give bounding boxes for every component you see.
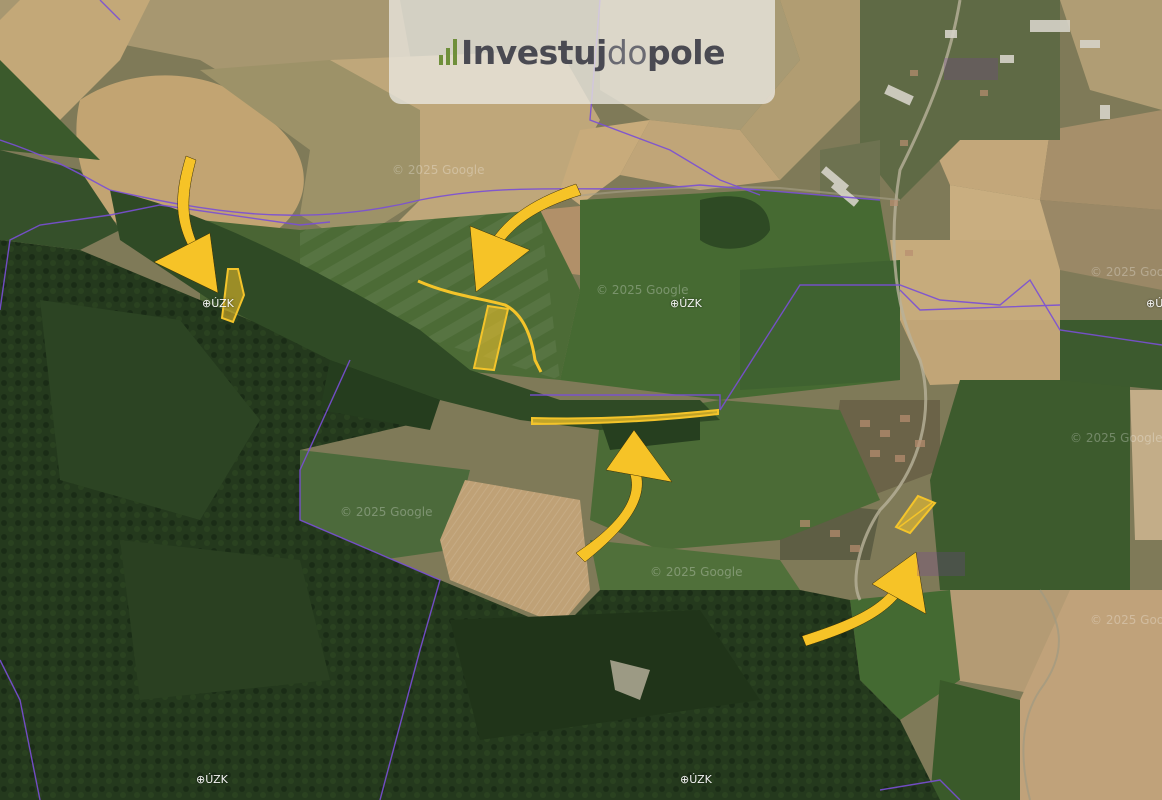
parcel-highlight-3[interactable] <box>531 408 719 426</box>
logo-part-3: pole <box>647 32 726 72</box>
arrow-1-icon <box>153 155 219 294</box>
parcel-number-label <box>917 552 965 576</box>
pointer-arrows <box>153 155 927 647</box>
uzk-watermark: ⊕ÚZK <box>202 297 234 310</box>
parcel-highlight-2[interactable] <box>472 304 510 372</box>
parcel-highlight-1[interactable] <box>220 268 246 324</box>
google-watermark: © 2025 Google <box>1070 431 1162 445</box>
google-watermark: © 2025 Google <box>1090 613 1162 627</box>
marked-parcels-layer <box>153 155 937 647</box>
google-watermark: © 2025 Google <box>1090 265 1162 279</box>
arrow-3-icon <box>575 429 673 563</box>
google-watermark: © 2025 Google <box>596 283 689 297</box>
logo-part-2: do <box>606 32 648 72</box>
parcel-number-label <box>944 58 998 80</box>
uzk-watermark: ⊕ÚZK <box>196 773 228 786</box>
arrow-2-icon <box>469 183 582 293</box>
uzk-watermark: ⊕ÚZK <box>670 297 702 310</box>
map-view[interactable]: Investujdopole ⊕ÚZK ⊕ÚZK ⊕ÚZK ⊕ÚZK ⊕ÚZK … <box>0 0 1162 800</box>
arrow-4-icon <box>801 551 927 647</box>
parcel-highlights <box>220 268 937 535</box>
google-watermark: © 2025 Google <box>340 505 433 519</box>
logo-bars-icon <box>438 39 457 65</box>
google-watermark: © 2025 Google <box>392 163 485 177</box>
brand-logo: Investujdopole <box>389 0 775 104</box>
uzk-watermark: ⊕ÚZK <box>1146 297 1162 310</box>
uzk-watermark: ⊕ÚZK <box>680 773 712 786</box>
google-watermark: © 2025 Google <box>650 565 743 579</box>
logo-part-1: Investuj <box>460 32 607 72</box>
logo-text: Investujdopole <box>460 32 726 72</box>
